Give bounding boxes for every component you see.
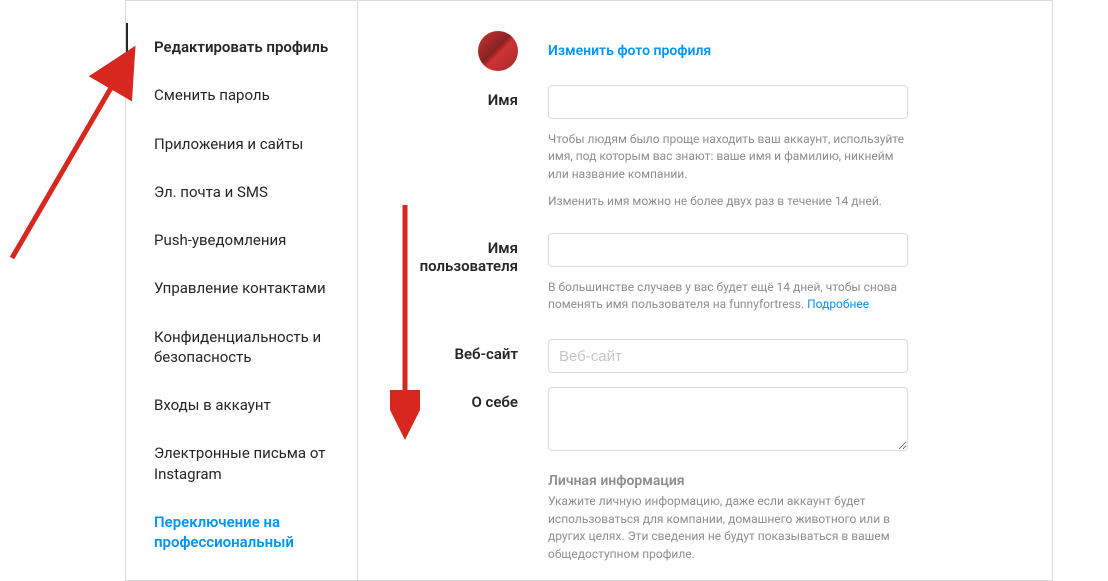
username-help-more-link[interactable]: Подробнее <box>807 297 869 311</box>
edit-profile-form: Изменить фото профиля Имя Чтобы людям бы… <box>358 1 1052 580</box>
website-input[interactable] <box>548 339 908 373</box>
avatar[interactable] <box>478 31 518 71</box>
personal-info-help: Укажите личную информацию, даже если акк… <box>548 493 908 563</box>
website-label: Веб-сайт <box>408 339 548 373</box>
username-help: В большинстве случаев у вас будет ещё 14… <box>548 279 908 314</box>
sidebar-item-login-activity[interactable]: Входы в аккаунт <box>126 381 357 429</box>
sidebar-item-apps-websites[interactable]: Приложения и сайты <box>126 120 357 168</box>
sidebar-item-emails-from-instagram[interactable]: Электронные письма от Instagram <box>126 429 357 498</box>
name-label: Имя <box>408 85 548 211</box>
personal-info-heading: Личная информация <box>548 473 908 489</box>
bio-input[interactable] <box>548 387 908 451</box>
sidebar-item-push-notifications[interactable]: Push-уведомления <box>126 216 357 264</box>
sidebar-item-manage-contacts[interactable]: Управление контактами <box>126 264 357 312</box>
name-input[interactable] <box>548 85 908 119</box>
sidebar-item-switch-professional[interactable]: Переключение на профессиональный <box>126 498 357 567</box>
username-input[interactable] <box>548 233 908 267</box>
sidebar-item-email-sms[interactable]: Эл. почта и SMS <box>126 168 357 216</box>
username-label: Имя пользователя <box>408 233 548 314</box>
change-photo-link[interactable]: Изменить фото профиля <box>548 31 711 59</box>
name-help-2: Изменить имя можно не более двух раз в т… <box>548 193 908 210</box>
sidebar-item-change-password[interactable]: Сменить пароль <box>126 71 357 119</box>
settings-container: Редактировать профиль Сменить пароль При… <box>125 0 1053 581</box>
sidebar-item-edit-profile[interactable]: Редактировать профиль <box>126 23 357 71</box>
name-help-1: Чтобы людям было проще находить ваш акка… <box>548 131 908 183</box>
settings-sidebar: Редактировать профиль Сменить пароль При… <box>126 1 358 580</box>
bio-label: О себе <box>408 387 548 455</box>
sidebar-item-privacy-security[interactable]: Конфиденциальность и безопасность <box>126 313 357 382</box>
